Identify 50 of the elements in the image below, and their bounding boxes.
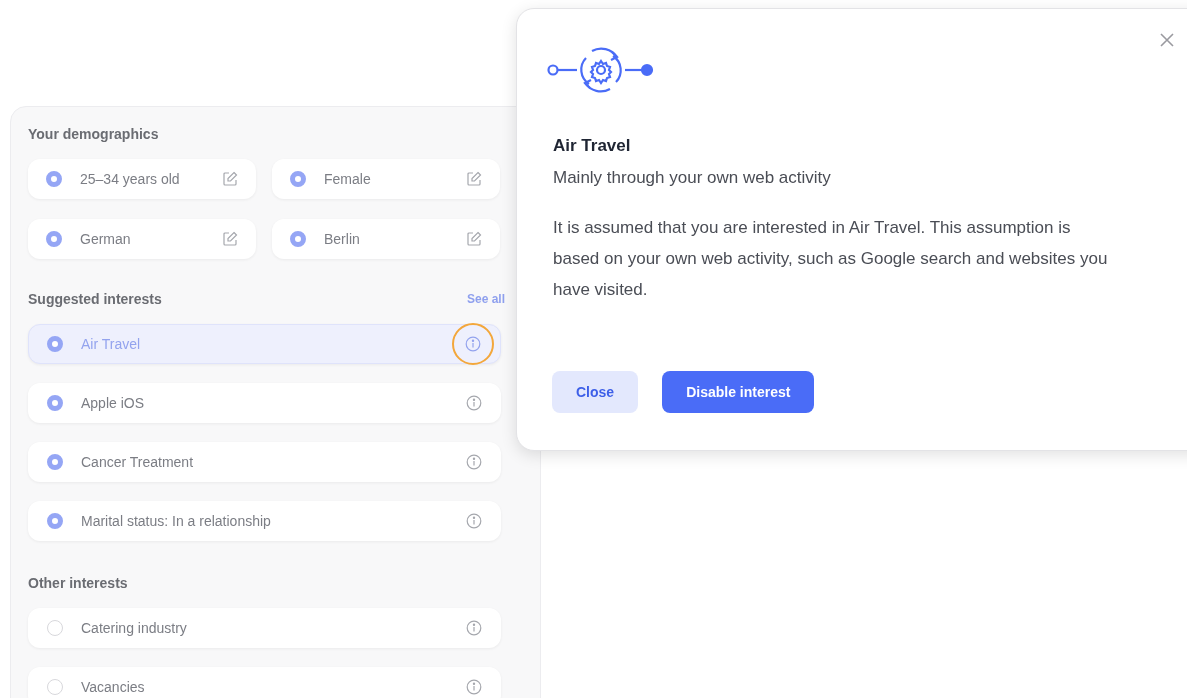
- demographic-label: 25–34 years old: [80, 169, 181, 189]
- see-all-link[interactable]: See all: [466, 290, 505, 308]
- info-icon[interactable]: [466, 513, 482, 529]
- section-heading: Other interests: [28, 573, 128, 593]
- edit-icon[interactable]: [466, 231, 482, 247]
- disable-button[interactable]: Disable interest: [662, 371, 815, 413]
- interest-label: Marital status: In a relationship: [81, 511, 272, 531]
- demographic-label: German: [80, 229, 132, 249]
- radio-button[interactable]: [47, 679, 63, 695]
- interest-row[interactable]: Cancer Treatment: [28, 442, 501, 482]
- radio-button[interactable]: [46, 171, 62, 187]
- close-icon[interactable]: [1160, 33, 1174, 47]
- info-icon[interactable]: [466, 395, 482, 411]
- info-icon[interactable]: [465, 336, 481, 352]
- section-heading: Suggested interests: [28, 289, 162, 309]
- radio-button[interactable]: [47, 513, 63, 529]
- interest-label: Cancer Treatment: [81, 452, 195, 472]
- demographic-label: Female: [324, 169, 372, 189]
- interest-label: Catering industry: [81, 618, 188, 638]
- dialog-description: It is assumed that you are interested in Air Travel. This assumption is based on your own web activity, such as Google search and websites you have visited.: [553, 217, 1109, 301]
- radio-button[interactable]: [47, 454, 63, 470]
- edit-icon[interactable]: [222, 231, 238, 247]
- interest-row[interactable]: Marital status: In a relationship: [28, 501, 501, 541]
- demographic-card[interactable]: 25–34 years old: [28, 159, 256, 199]
- radio-button[interactable]: [290, 171, 306, 187]
- demographic-card[interactable]: Berlin: [272, 219, 500, 259]
- dialog-title: Air Travel: [553, 135, 632, 157]
- edit-icon[interactable]: [466, 171, 482, 187]
- interest-row[interactable]: Catering industry: [28, 608, 501, 648]
- radio-button[interactable]: [46, 231, 62, 247]
- section-heading: Your demographics: [28, 124, 159, 144]
- info-icon[interactable]: [466, 620, 482, 636]
- interest-label: Air Travel: [81, 334, 142, 354]
- radio-button[interactable]: [47, 620, 63, 636]
- interest-row[interactable]: Air Travel: [28, 324, 501, 364]
- demographic-card[interactable]: Female: [272, 159, 500, 199]
- info-icon[interactable]: [466, 454, 482, 470]
- radio-button[interactable]: [290, 231, 306, 247]
- demographic-card[interactable]: German: [28, 219, 256, 259]
- interest-row[interactable]: Vacancies: [28, 667, 501, 698]
- interest-label: Apple iOS: [81, 393, 146, 413]
- dialog-subtitle: Mainly through your own web activity: [553, 166, 832, 189]
- interest-label: Vacancies: [81, 677, 146, 697]
- close-button[interactable]: Close: [552, 371, 639, 413]
- demographic-label: Berlin: [324, 229, 361, 249]
- radio-button[interactable]: [47, 395, 63, 411]
- radio-button[interactable]: [47, 336, 63, 352]
- edit-icon[interactable]: [222, 171, 238, 187]
- info-icon[interactable]: [466, 679, 482, 695]
- interest-row[interactable]: Apple iOS: [28, 383, 501, 423]
